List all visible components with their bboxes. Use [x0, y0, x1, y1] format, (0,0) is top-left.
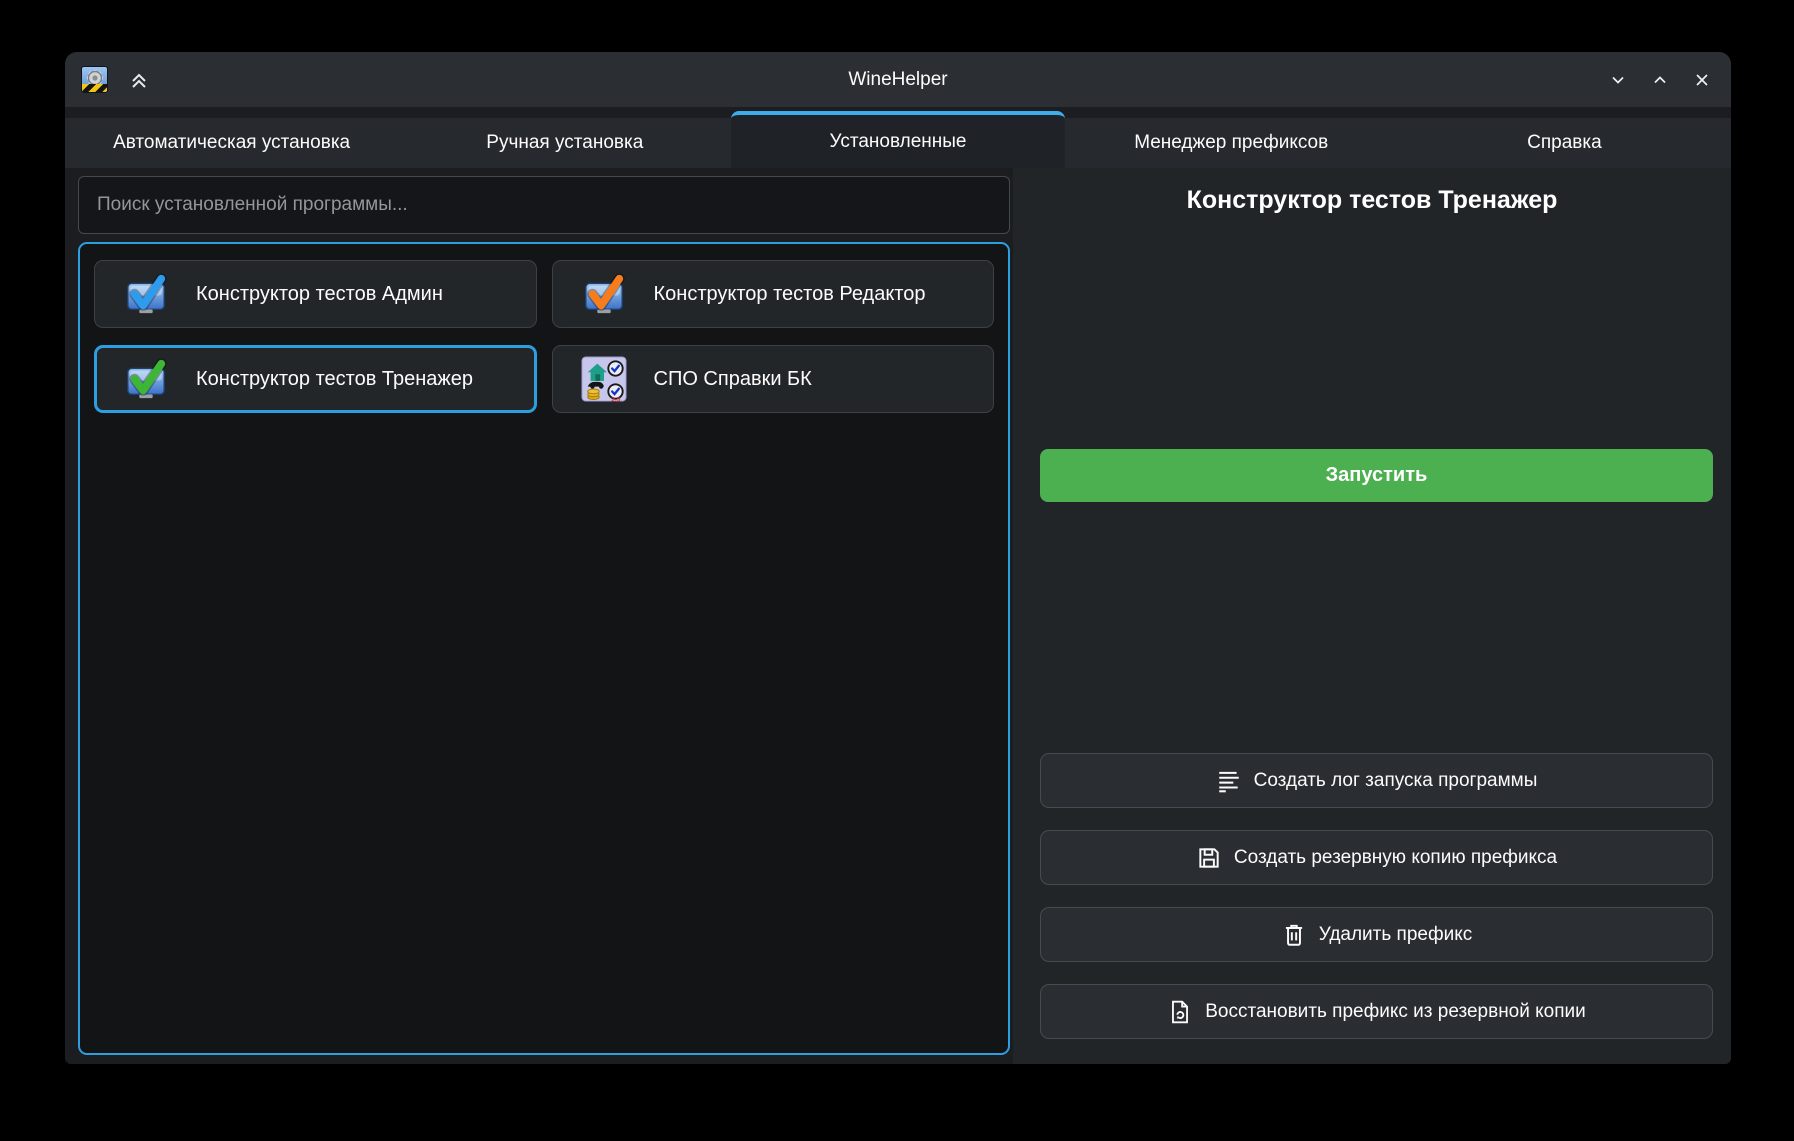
test-check-orange-icon	[581, 271, 627, 317]
action-button-label: Создать резервную копию префикса	[1234, 847, 1557, 869]
app-icon[interactable]	[81, 66, 108, 93]
run-button[interactable]: Запустить	[1040, 449, 1713, 502]
winehelper-window: WineHelper Автоматическая установка Ручн…	[65, 52, 1731, 1064]
tab-label: Автоматическая установка	[113, 132, 350, 154]
delete-prefix-button[interactable]: Удалить префикс	[1040, 907, 1713, 962]
tab-label: Менеджер префиксов	[1134, 132, 1328, 154]
program-details-pane: Конструктор тестов Тренажер Запустить Со…	[1013, 168, 1731, 1064]
save-icon	[1196, 845, 1222, 871]
action-button-label: Восстановить префикс из резервной копии	[1205, 1001, 1586, 1023]
tab-label: Справка	[1527, 132, 1602, 154]
program-label: Конструктор тестов Тренажер	[196, 368, 473, 391]
titlebar: WineHelper	[65, 52, 1731, 107]
close-icon	[1691, 69, 1713, 91]
program-item-konstruktor-redaktor[interactable]: Конструктор тестов Редактор	[552, 260, 995, 328]
window-title: WineHelper	[65, 69, 1731, 91]
program-label: Конструктор тестов Админ	[196, 283, 443, 306]
tab-help[interactable]: Справка	[1398, 118, 1731, 168]
action-button-label: Удалить префикс	[1319, 924, 1473, 946]
tab-installed[interactable]: Установленные	[731, 111, 1064, 168]
restore-prefix-button[interactable]: Восстановить префикс из резервной копии	[1040, 984, 1713, 1039]
installed-programs-pane: Конструктор тестов Админ Конструкт	[65, 168, 1013, 1064]
program-item-konstruktor-admin[interactable]: Конструктор тестов Админ	[94, 260, 537, 328]
hazard-stripes	[82, 84, 107, 92]
program-item-spo-spravki-bk[interactable]: 2.5 СПО Справки БК	[552, 345, 995, 413]
program-item-konstruktor-trenazher[interactable]: Конструктор тестов Тренажер	[94, 345, 537, 413]
test-check-blue-icon	[123, 271, 169, 317]
restore-icon	[1167, 999, 1193, 1025]
log-icon	[1216, 768, 1242, 794]
program-label: СПО Справки БК	[654, 368, 812, 391]
collapse-titlebar-button[interactable]	[126, 67, 152, 93]
close-button[interactable]	[1689, 67, 1715, 93]
icon-version-badge: 2.5	[611, 397, 621, 402]
create-log-button[interactable]: Создать лог запуска программы	[1040, 753, 1713, 808]
double-chevron-up-icon	[127, 68, 151, 92]
chevron-down-icon	[1607, 69, 1629, 91]
tab-bar: Автоматическая установка Ручная установк…	[65, 107, 1731, 168]
content-area: Конструктор тестов Админ Конструкт	[65, 168, 1731, 1064]
chevron-up-icon	[1649, 69, 1671, 91]
tab-auto-install[interactable]: Автоматическая установка	[65, 118, 398, 168]
spo-spravki-bk-icon: 2.5	[581, 356, 627, 402]
tab-prefix-manager[interactable]: Менеджер префиксов	[1065, 118, 1398, 168]
backup-prefix-button[interactable]: Создать резервную копию префикса	[1040, 830, 1713, 885]
run-button-label: Запустить	[1326, 464, 1428, 487]
search-input[interactable]	[78, 176, 1010, 234]
window-controls	[1605, 67, 1715, 93]
tab-label: Ручная установка	[486, 132, 643, 154]
selected-program-title: Конструктор тестов Тренажер	[1013, 186, 1731, 215]
program-list: Конструктор тестов Админ Конструкт	[78, 242, 1010, 1055]
tab-manual-install[interactable]: Ручная установка	[398, 118, 731, 168]
trash-icon	[1281, 922, 1307, 948]
program-label: Конструктор тестов Редактор	[654, 283, 926, 306]
tab-label: Установленные	[830, 131, 967, 153]
maximize-button[interactable]	[1647, 67, 1673, 93]
action-button-label: Создать лог запуска программы	[1254, 770, 1538, 792]
test-check-green-icon	[123, 356, 169, 402]
minimize-button[interactable]	[1605, 67, 1631, 93]
